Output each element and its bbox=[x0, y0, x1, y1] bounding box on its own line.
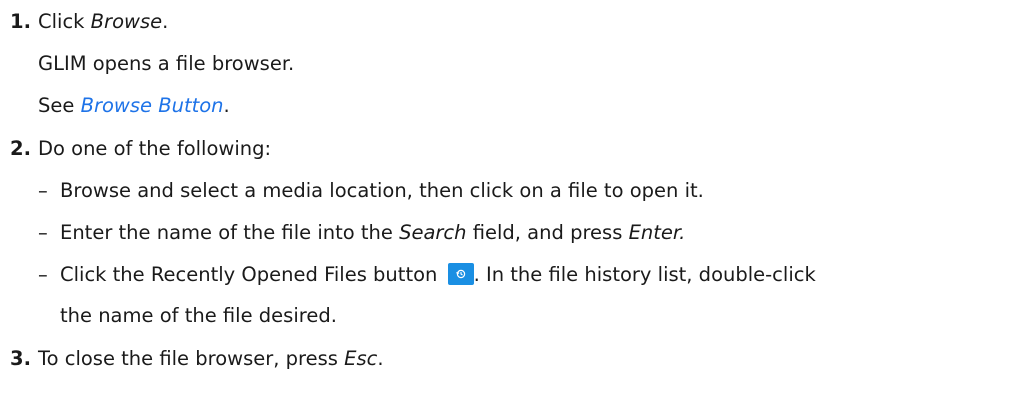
option-recent-files: – Click the Recently Opened Files button … bbox=[38, 263, 816, 287]
step-text: To close the file browser, press bbox=[38, 347, 345, 370]
option-text: Click the Recently Opened Files button bbox=[60, 263, 444, 286]
bullet-dash: – bbox=[38, 221, 48, 244]
ui-term-esc: Esc bbox=[344, 347, 378, 370]
bullet-dash: – bbox=[38, 179, 48, 202]
step-punct: . bbox=[377, 347, 384, 370]
option-text: Browse and select a media location, then… bbox=[60, 179, 704, 202]
option-recent-files-continuation: the name of the file desired. bbox=[60, 304, 337, 327]
step-text: Do one of the following: bbox=[38, 137, 272, 160]
step-2: 2. Do one of the following: bbox=[10, 137, 271, 161]
see-punct: . bbox=[223, 94, 230, 117]
ui-term-browse: Browse bbox=[90, 10, 163, 33]
option-text: field, and press bbox=[466, 221, 629, 244]
ui-term-enter: Enter. bbox=[628, 221, 686, 244]
step-1: 1. Click Browse. bbox=[10, 10, 168, 34]
ui-term-search: Search bbox=[399, 221, 467, 244]
step-3: 3. To close the file browser, press Esc. bbox=[10, 347, 384, 371]
step-number: 1. bbox=[10, 10, 31, 33]
option-text: . In the file history list, double-click bbox=[473, 263, 816, 286]
step-number: 2. bbox=[10, 137, 31, 160]
history-icon bbox=[455, 269, 465, 279]
step-punct: . bbox=[162, 10, 169, 33]
recently-opened-files-button[interactable] bbox=[447, 263, 474, 285]
browse-button-link[interactable]: Browse Button bbox=[81, 94, 224, 117]
see-prefix: See bbox=[38, 94, 81, 117]
step-1-see-also: See Browse Button. bbox=[38, 94, 230, 118]
bullet-dash: – bbox=[38, 263, 48, 286]
step-1-result: GLIM opens a file browser. bbox=[38, 52, 295, 75]
option-search: – Enter the name of the file into the Sea… bbox=[38, 221, 685, 245]
option-text: Enter the name of the file into the bbox=[60, 221, 400, 244]
step-text: Click bbox=[38, 10, 91, 33]
option-browse: – Browse and select a media location, the… bbox=[38, 179, 704, 203]
step-number: 3. bbox=[10, 347, 31, 370]
